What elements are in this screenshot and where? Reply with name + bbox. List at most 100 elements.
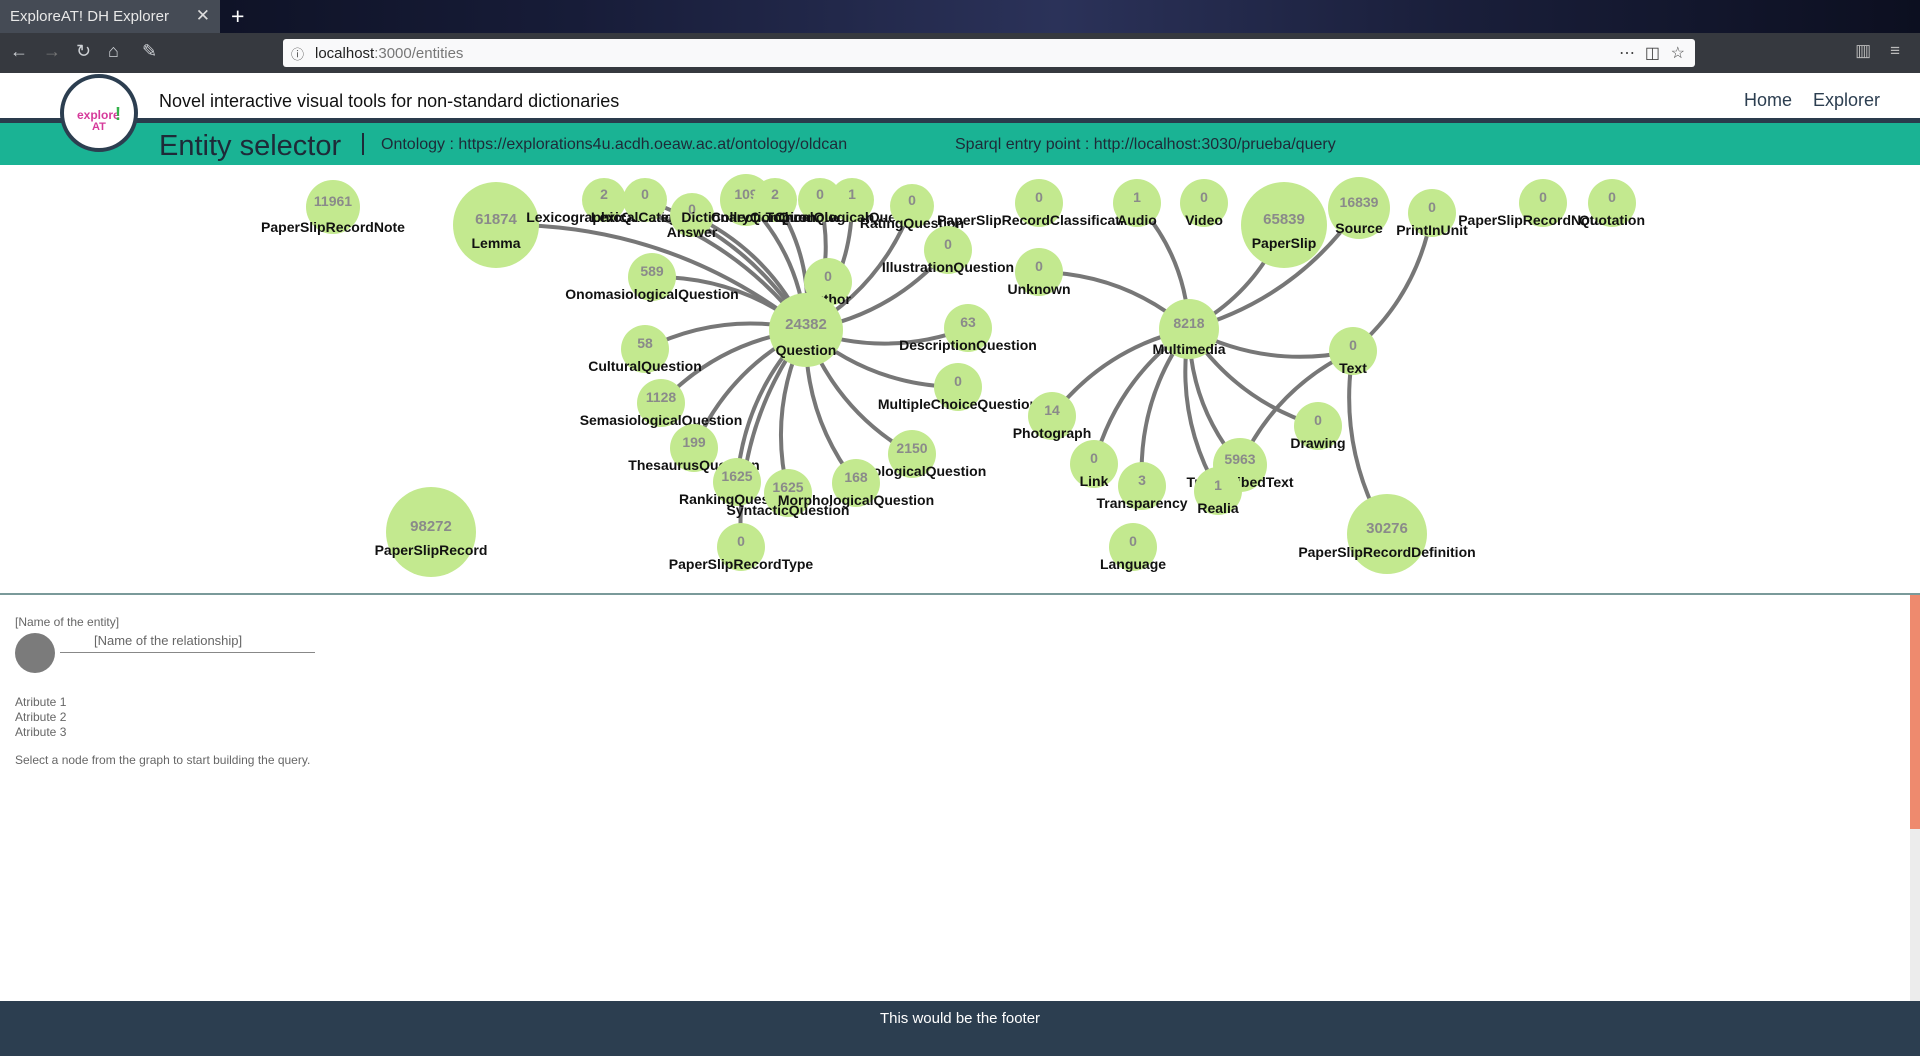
graph-node-Link[interactable]: 0 Link (1070, 440, 1118, 489)
node-label: OnomasiologicalQuestion (565, 286, 738, 302)
wrench-icon[interactable]: ✎ (142, 41, 157, 62)
node-label: CulturalQuestion (588, 358, 702, 374)
node-count: 0 (1090, 450, 1098, 466)
node-count: 0 (1314, 412, 1322, 428)
scrollbar-thumb[interactable] (1910, 595, 1920, 829)
node-label: Language (1100, 556, 1166, 572)
graph-node-Text[interactable]: 0 Text (1329, 327, 1377, 376)
graph-node-Video[interactable]: 0 Video (1180, 179, 1228, 228)
browser-tab[interactable]: ExploreAT! DH Explorer ✕ (0, 0, 220, 33)
nav-explorer-link[interactable]: Explorer (1813, 90, 1880, 111)
graph-node-Source[interactable]: 16839 Source (1328, 177, 1390, 239)
node-label: IllustrationQuestion (882, 259, 1014, 275)
graph-node-PaperSlipRecordType[interactable]: 0 PaperSlipRecordType (669, 523, 814, 572)
url-bar[interactable]: ⓘ localhost:3000/entities ⋯ ◫ ☆ (283, 39, 1695, 67)
graph-node-Drawing[interactable]: 0 Drawing (1290, 402, 1346, 451)
query-hint: Select a node from the graph to start bu… (15, 753, 311, 767)
node-count: 30276 (1366, 520, 1408, 537)
page-footer: This would be the footer (0, 1001, 1920, 1056)
reload-icon[interactable]: ↻ (76, 41, 91, 62)
attribute-item[interactable]: Atribute 3 (15, 725, 66, 739)
node-label: PaperSlipRecordNote (261, 219, 405, 235)
node-count: 14 (1044, 402, 1060, 418)
node-label: Multimedia (1152, 341, 1225, 357)
site-info-icon[interactable]: ⓘ (291, 44, 304, 63)
node-count: 1 (1214, 477, 1222, 493)
node-label: Transparency (1096, 495, 1187, 511)
graph-node-PaperSlip[interactable]: 65839 PaperSlip (1241, 182, 1327, 268)
entity-node-circle[interactable] (15, 633, 55, 673)
page-actions-icon[interactable]: ⋯ (1619, 43, 1635, 63)
node-count: 0 (1129, 533, 1137, 549)
explore-at-logo[interactable]: explore AT ! (60, 74, 138, 152)
graph-node-Language[interactable]: 0 Language (1100, 523, 1166, 572)
panel-scrollbar[interactable] (1910, 595, 1920, 1001)
forward-icon[interactable]: → (43, 41, 61, 62)
ontology-info: Ontology : https://explorations4u.acdh.o… (381, 136, 848, 153)
node-label: Unknown (1008, 281, 1071, 297)
attribute-item[interactable]: Atribute 1 (15, 695, 66, 709)
graph-node-PaperSlipRecord[interactable]: 98272 PaperSlipRecord (375, 487, 488, 577)
node-count: 65839 (1263, 211, 1305, 228)
node-count: 0 (1428, 199, 1436, 215)
graph-node-OnomasiologicalQuestion[interactable]: 589 OnomasiologicalQuestion (565, 253, 739, 302)
browser-tab-strip: ExploreAT! DH Explorer ✕ + (0, 0, 1920, 33)
node-label: MorphologicalQuestion (778, 492, 934, 508)
node-count: 1 (1133, 189, 1141, 205)
node-count: 0 (1539, 189, 1547, 205)
node-count: 0 (1200, 189, 1208, 205)
back-icon[interactable]: ← (10, 41, 28, 62)
node-label: PaperSlip (1252, 235, 1317, 251)
node-count: 1625 (721, 468, 752, 484)
graph-node-Question[interactable]: 24382 Question (769, 293, 843, 367)
node-count: 0 (1349, 337, 1357, 353)
node-label: SemasiologicalQuestion (580, 412, 743, 428)
graph-node-DescriptionQuestion[interactable]: 63 DescriptionQuestion (899, 304, 1037, 353)
graph-node-Quotation[interactable]: 0 Quotation (1579, 179, 1645, 228)
relationship-name-placeholder: [Name of the relationship] (94, 633, 243, 648)
node-label: Source (1335, 220, 1383, 236)
library-icon[interactable]: ▥ ≡ (1855, 41, 1900, 61)
tagline: Novel interactive visual tools for non-s… (159, 91, 620, 111)
node-count: 0 (1035, 189, 1043, 205)
node-count: 0 (954, 373, 962, 389)
entity-graph[interactable]: 11961 PaperSlipRecordNote 61874 Lemma 2 Lexic… (0, 165, 1920, 593)
node-count: 8218 (1173, 315, 1204, 331)
title-separator (362, 133, 364, 155)
node-count: 11961 (314, 193, 352, 209)
node-count: 0 (908, 192, 916, 208)
query-builder-panel: [Name of the entity] [Name of the relati… (0, 595, 1920, 1001)
node-count: 1 (848, 186, 856, 202)
bookmark-star-icon[interactable]: ☆ (1671, 43, 1685, 63)
nav-home-link[interactable]: Home (1744, 90, 1792, 111)
attribute-item[interactable]: Atribute 2 (15, 710, 66, 724)
node-label: Drawing (1290, 435, 1345, 451)
graph-node-PaperSlipRecordClassification[interactable]: 0 PaperSlipRecordClassification (937, 179, 1141, 228)
node-count: 0 (824, 268, 832, 284)
home-icon[interactable]: ⌂ (108, 41, 119, 62)
tab-title: ExploreAT! DH Explorer (10, 8, 169, 25)
node-label: Question (776, 342, 837, 358)
node-label: PaperSlipRecord (375, 542, 488, 558)
node-count: 5963 (1224, 451, 1255, 467)
new-tab-icon[interactable]: + (231, 3, 244, 30)
node-label: PaperSlipRecordType (669, 556, 814, 572)
entity-graph-svg[interactable]: 11961PaperSlipRecordNote 61874Lemma2Lexic… (0, 165, 1920, 593)
node-count: 168 (844, 469, 868, 485)
node-count: 16839 (1340, 194, 1379, 210)
graph-node-Audio[interactable]: 1 Audio (1113, 179, 1161, 228)
node-count: 0 (1608, 189, 1616, 205)
graph-node-Realia[interactable]: 1 Realia (1194, 467, 1242, 516)
node-count: 2 (771, 186, 779, 202)
close-tab-icon[interactable]: ✕ (196, 6, 210, 26)
node-count: 1128 (646, 389, 677, 405)
logo-text: explore (77, 108, 120, 122)
graph-node-Lemma[interactable]: 61874 Lemma (453, 182, 539, 268)
graph-node-PaperSlipRecordDefinition[interactable]: 30276 PaperSlipRecordDefinition (1298, 494, 1476, 574)
graph-node-PaperSlipRecordNote[interactable]: 11961 PaperSlipRecordNote (261, 180, 405, 235)
graph-node-MultipleChoiceQuestion[interactable]: 0 MultipleChoiceQuestion (878, 363, 1038, 412)
graph-node-Unknown[interactable]: 0 Unknown (1008, 248, 1071, 297)
pocket-icon[interactable]: ◫ (1645, 43, 1660, 63)
node-label: Link (1080, 473, 1109, 489)
node-count: 63 (960, 314, 976, 330)
